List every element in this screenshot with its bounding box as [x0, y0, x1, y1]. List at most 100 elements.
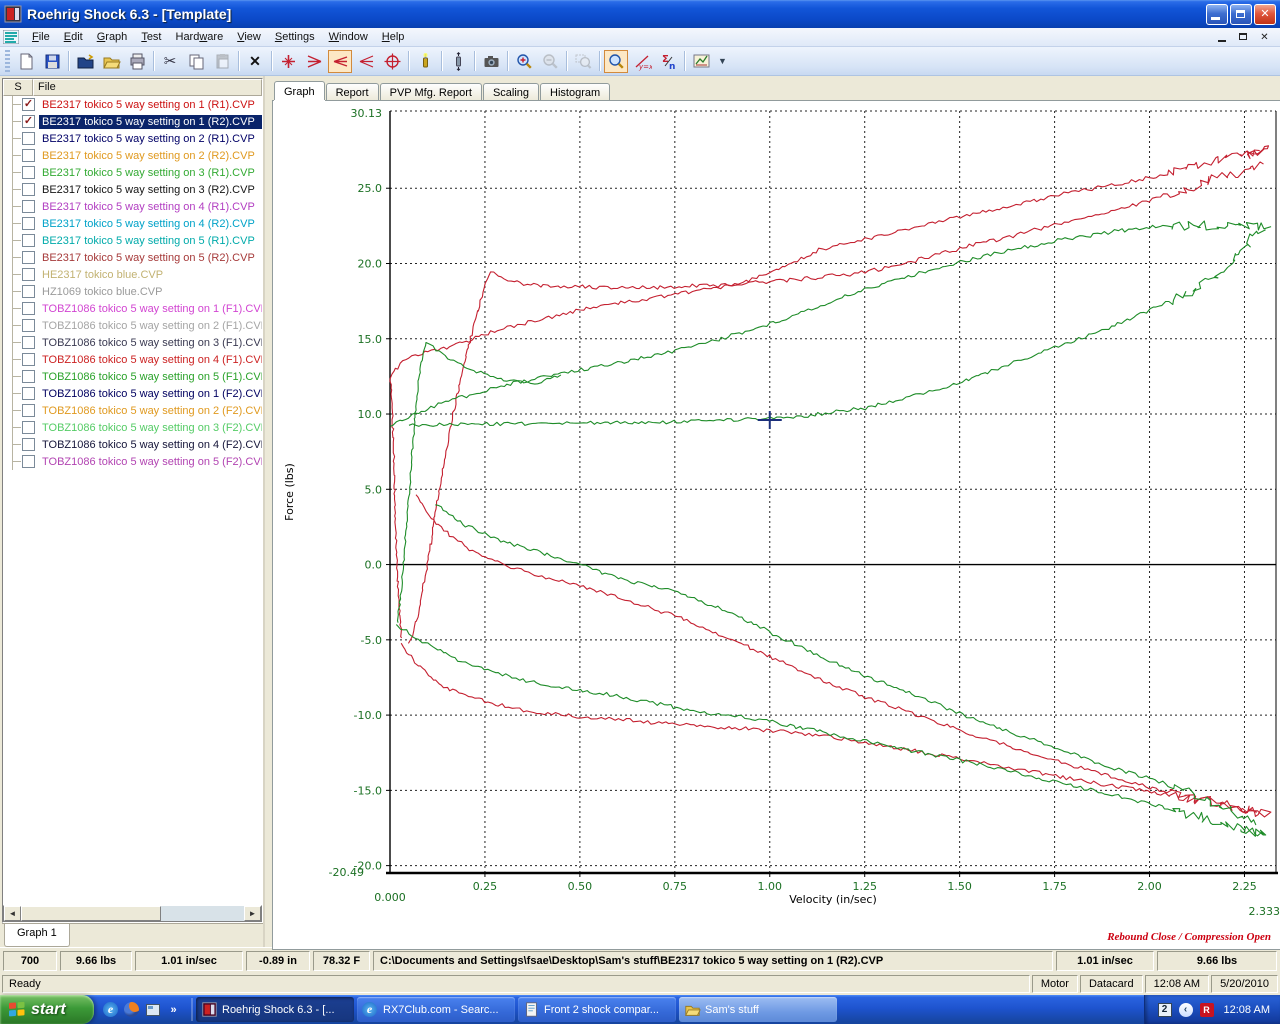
- statistics-button[interactable]: Σn: [656, 50, 680, 73]
- checkbox-unchecked[interactable]: [22, 353, 35, 366]
- file-name[interactable]: HE2317 tokico blue.CVP: [39, 268, 262, 282]
- file-name[interactable]: BE2317 tokico 5 way setting on 5 (R1).CV…: [39, 234, 262, 248]
- checkbox-unchecked[interactable]: [22, 404, 35, 417]
- file-name[interactable]: TOBZ1086 tokico 5 way setting on 2 (F2).…: [39, 404, 262, 418]
- checkbox-unchecked[interactable]: [22, 336, 35, 349]
- file-row[interactable]: TOBZ1086 tokico 5 way setting on 1 (F2).…: [3, 385, 262, 402]
- shock-dyno-button[interactable]: [413, 50, 437, 73]
- checkbox-unchecked[interactable]: [22, 183, 35, 196]
- zoom-window-button[interactable]: [571, 50, 595, 73]
- checkbox-checked[interactable]: ✓: [22, 115, 35, 128]
- print-button[interactable]: [125, 50, 149, 73]
- save-button[interactable]: [40, 50, 64, 73]
- menu-edit[interactable]: Edit: [57, 29, 90, 45]
- camera-button[interactable]: [479, 50, 503, 73]
- task-sam-s-stuff[interactable]: Sam's stuff: [679, 997, 837, 1022]
- file-name[interactable]: BE2317 tokico 5 way setting on 5 (R2).CV…: [39, 251, 262, 265]
- file-row[interactable]: TOBZ1086 tokico 5 way setting on 2 (F2).…: [3, 402, 262, 419]
- checkbox-unchecked[interactable]: [22, 370, 35, 383]
- toolbar-overflow-icon[interactable]: ▼: [718, 56, 727, 66]
- menu-settings[interactable]: Settings: [268, 29, 322, 45]
- checkbox-unchecked[interactable]: [22, 132, 35, 145]
- checkbox-unchecked[interactable]: [22, 217, 35, 230]
- export-graph-button[interactable]: [689, 50, 713, 73]
- file-row[interactable]: TOBZ1086 tokico 5 way setting on 5 (F1).…: [3, 368, 262, 385]
- mdi-restore-button[interactable]: [1236, 31, 1251, 44]
- checkbox-unchecked[interactable]: [22, 149, 35, 162]
- toolbar-grip[interactable]: [5, 50, 10, 72]
- scrollbar-thumb[interactable]: [21, 906, 161, 921]
- file-name[interactable]: BE2317 tokico 5 way setting on 2 (R2).CV…: [39, 149, 262, 163]
- file-name[interactable]: TOBZ1086 tokico 5 way setting on 5 (F2).…: [39, 455, 262, 469]
- shock-stroke-button[interactable]: [446, 50, 470, 73]
- ie-icon[interactable]: e: [102, 1001, 119, 1018]
- show-desktop-icon[interactable]: [144, 1001, 161, 1018]
- checkbox-unchecked[interactable]: [22, 302, 35, 315]
- file-row[interactable]: BE2317 tokico 5 way setting on 4 (R2).CV…: [3, 215, 262, 232]
- graph-fan-right-button[interactable]: [354, 50, 378, 73]
- menu-file[interactable]: File: [25, 29, 57, 45]
- file-name[interactable]: TOBZ1086 tokico 5 way setting on 1 (F2).…: [39, 387, 262, 401]
- firefox-icon[interactable]: [123, 1001, 140, 1018]
- overlay-yx-button[interactable]: y=x: [630, 50, 654, 73]
- file-row[interactable]: HZ1069 tokico blue.CVP: [3, 283, 262, 300]
- checkbox-unchecked[interactable]: [22, 268, 35, 281]
- checkbox-unchecked[interactable]: [22, 166, 35, 179]
- menu-test[interactable]: Test: [134, 29, 168, 45]
- chevron-left-icon[interactable]: ‹: [1178, 1002, 1194, 1018]
- checkbox-checked[interactable]: ✓: [22, 98, 35, 111]
- delete-button[interactable]: ✕: [243, 50, 267, 73]
- new-document-button[interactable]: [14, 50, 38, 73]
- task-roehrig-shock-6-3-[interactable]: Roehrig Shock 6.3 - [...: [196, 997, 354, 1022]
- chevron-right-icon[interactable]: »: [165, 1001, 182, 1018]
- force-velocity-chart[interactable]: 25.020.015.010.05.00.0-5.0-10.0-15.0-20.…: [273, 101, 1280, 946]
- file-row[interactable]: HE2317 tokico blue.CVP: [3, 266, 262, 283]
- file-name[interactable]: BE2317 tokico 5 way setting on 2 (R1).CV…: [39, 132, 262, 146]
- menu-graph[interactable]: Graph: [90, 29, 135, 45]
- menu-window[interactable]: Window: [322, 29, 375, 45]
- zoom-in-button[interactable]: [512, 50, 536, 73]
- cut-button[interactable]: ✂: [158, 50, 182, 73]
- checkbox-unchecked[interactable]: [22, 234, 35, 247]
- paste-button[interactable]: [210, 50, 234, 73]
- file-name[interactable]: TOBZ1086 tokico 5 way setting on 3 (F1).…: [39, 336, 262, 350]
- open-test-folder-button[interactable]: [73, 50, 97, 73]
- restore-button[interactable]: [1230, 4, 1252, 25]
- file-row[interactable]: BE2317 tokico 5 way setting on 3 (R2).CV…: [3, 181, 262, 198]
- file-name[interactable]: BE2317 tokico 5 way setting on 1 (R1).CV…: [39, 98, 262, 112]
- horizontal-scrollbar[interactable]: ◄ ►: [3, 905, 262, 922]
- mdi-close-button[interactable]: ✕: [1257, 31, 1272, 44]
- file-name[interactable]: TOBZ1086 tokico 5 way setting on 2 (F1).…: [39, 319, 262, 333]
- task-rx7club-com-searc-[interactable]: eRX7Club.com - Searc...: [357, 997, 515, 1022]
- graph-fan-left-button[interactable]: [302, 50, 326, 73]
- column-header-s[interactable]: S: [3, 79, 33, 96]
- copy-button[interactable]: [184, 50, 208, 73]
- file-row[interactable]: TOBZ1086 tokico 5 way setting on 5 (F2).…: [3, 453, 262, 470]
- column-header-file[interactable]: File: [33, 79, 262, 96]
- file-row[interactable]: TOBZ1086 tokico 5 way setting on 1 (F1).…: [3, 300, 262, 317]
- tab-histogram[interactable]: Histogram: [540, 83, 610, 101]
- file-row[interactable]: BE2317 tokico 5 way setting on 2 (R1).CV…: [3, 130, 262, 147]
- file-row[interactable]: TOBZ1086 tokico 5 way setting on 3 (F2).…: [3, 419, 262, 436]
- file-name[interactable]: TOBZ1086 tokico 5 way setting on 4 (F2).…: [39, 438, 262, 452]
- file-row[interactable]: TOBZ1086 tokico 5 way setting on 4 (F1).…: [3, 351, 262, 368]
- graph-crosshair-button[interactable]: [276, 50, 300, 73]
- tab-pvp-mfg-report[interactable]: PVP Mfg. Report: [380, 83, 482, 101]
- mdi-minimize-button[interactable]: [1215, 31, 1230, 44]
- file-name[interactable]: BE2317 tokico 5 way setting on 4 (R2).CV…: [39, 217, 262, 231]
- file-row[interactable]: BE2317 tokico 5 way setting on 5 (R1).CV…: [3, 232, 262, 249]
- checkbox-unchecked[interactable]: [22, 455, 35, 468]
- file-row[interactable]: ✓ BE2317 tokico 5 way setting on 1 (R2).C…: [3, 113, 262, 130]
- tab-graph-1[interactable]: Graph 1: [4, 924, 70, 947]
- file-name[interactable]: TOBZ1086 tokico 5 way setting on 4 (F1).…: [39, 353, 262, 367]
- file-row[interactable]: TOBZ1086 tokico 5 way setting on 3 (F1).…: [3, 334, 262, 351]
- file-row[interactable]: BE2317 tokico 5 way setting on 5 (R2).CV…: [3, 249, 262, 266]
- tab-report[interactable]: Report: [326, 83, 379, 101]
- close-button[interactable]: ✕: [1254, 4, 1276, 25]
- open-folder-button[interactable]: [99, 50, 123, 73]
- minimize-button[interactable]: [1206, 4, 1228, 25]
- file-name[interactable]: TOBZ1086 tokico 5 way setting on 5 (F1).…: [39, 370, 262, 384]
- menu-help[interactable]: Help: [375, 29, 412, 45]
- file-name[interactable]: BE2317 tokico 5 way setting on 1 (R2).CV…: [39, 115, 262, 129]
- roehrig-tray-icon[interactable]: R: [1199, 1002, 1215, 1018]
